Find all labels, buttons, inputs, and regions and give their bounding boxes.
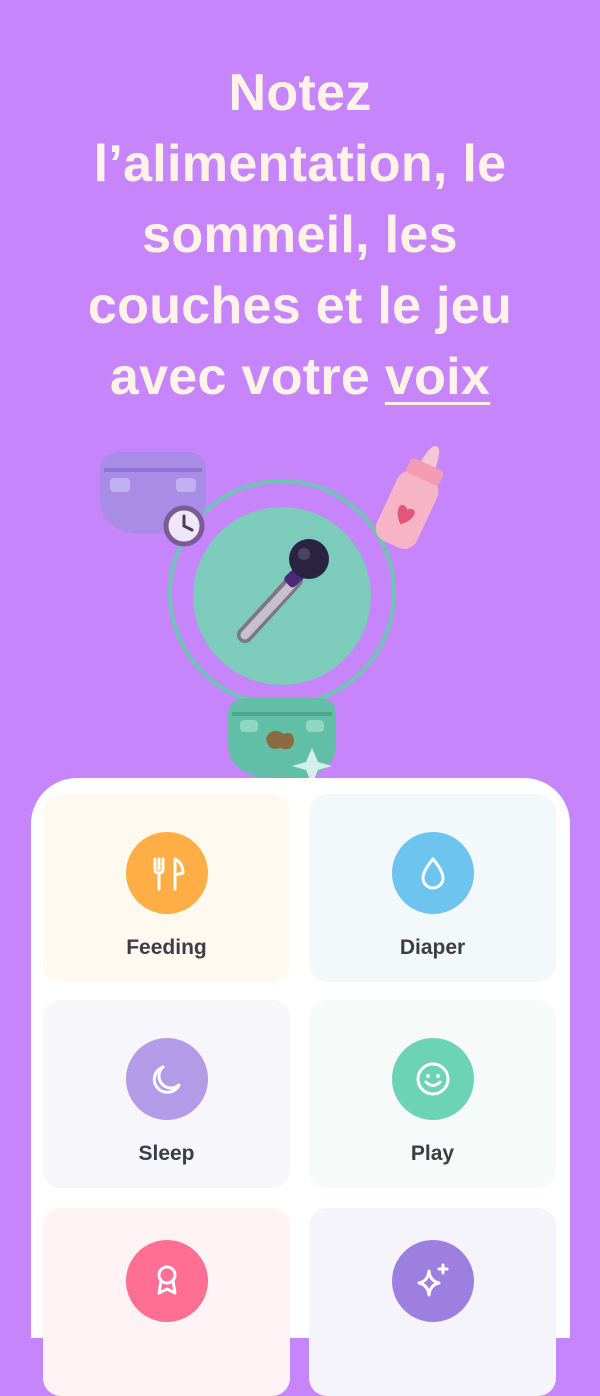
other-icon-circle bbox=[391, 1240, 474, 1322]
headline-line: couches et le jeu bbox=[87, 277, 513, 335]
tile-label: Feeding bbox=[126, 936, 207, 959]
headline-emphasis: voix bbox=[384, 348, 491, 406]
diaper-star-icon bbox=[228, 698, 336, 784]
tile-other[interactable] bbox=[309, 1208, 556, 1396]
baby-bottle-icon bbox=[375, 446, 444, 549]
headline-text: avec votre bbox=[109, 348, 385, 406]
headline-line: Notez bbox=[228, 64, 372, 122]
play-icon-circle bbox=[391, 1038, 474, 1120]
fork-icon bbox=[153, 857, 184, 891]
medal-icon bbox=[157, 1265, 176, 1295]
moon-icon bbox=[152, 1065, 180, 1094]
hero-illustration bbox=[100, 446, 444, 784]
headline: Notez l’alimentation, le sommeil, les co… bbox=[30, 58, 570, 413]
tile-milestone[interactable] bbox=[43, 1208, 290, 1396]
sleep-icon-circle bbox=[125, 1038, 208, 1120]
tile-feeding[interactable]: Feeding bbox=[43, 794, 290, 982]
tile-label: Diaper bbox=[399, 936, 466, 959]
diaper-clock-icon bbox=[100, 452, 206, 547]
headline-line: sommeil, les bbox=[142, 206, 458, 264]
smiley-icon bbox=[416, 1062, 449, 1096]
headline-line: avec votre voix bbox=[30, 342, 570, 413]
diaper-icon-circle bbox=[391, 832, 474, 914]
tile-sleep[interactable]: Sleep bbox=[43, 1000, 290, 1188]
drop-icon bbox=[421, 857, 444, 890]
headline-line: l’alimentation, le bbox=[93, 135, 507, 193]
milestone-icon-circle bbox=[125, 1240, 208, 1322]
tile-diaper[interactable]: Diaper bbox=[309, 794, 556, 982]
sparkle-icon bbox=[417, 1263, 448, 1297]
tile-label: Play bbox=[410, 1142, 455, 1165]
tile-label: Sleep bbox=[138, 1142, 195, 1165]
tile-play[interactable]: Play bbox=[309, 1000, 556, 1188]
activity-card: Feeding Diaper Sleep Play bbox=[31, 778, 570, 1396]
feeding-icon-circle bbox=[125, 832, 208, 914]
